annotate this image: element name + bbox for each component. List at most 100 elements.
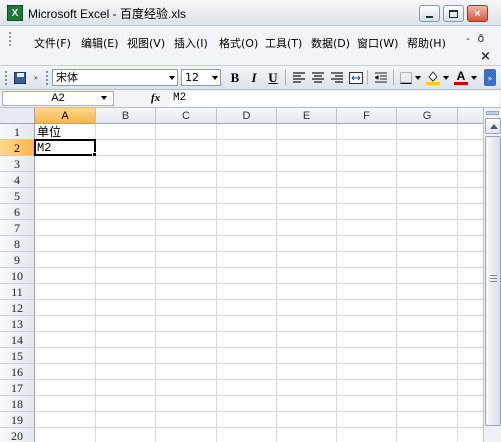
formula-bar: A2 fx M2: [0, 90, 501, 108]
toolbar-grip-icon[interactable]: [4, 70, 8, 85]
formula-input[interactable]: M2: [170, 91, 499, 106]
column-header-b[interactable]: B: [96, 108, 156, 124]
align-center-button[interactable]: [309, 69, 327, 86]
row-header-9[interactable]: 9: [0, 252, 35, 268]
align-right-button[interactable]: [328, 69, 346, 86]
dropdown-arrow-icon: [212, 76, 218, 80]
menu-help[interactable]: 帮助(H): [407, 35, 446, 51]
row-header-12[interactable]: 12: [0, 300, 35, 316]
column-header-d[interactable]: D: [217, 108, 277, 124]
dropdown-arrow-icon: [415, 75, 421, 80]
column-header-g[interactable]: G: [397, 108, 458, 124]
decrease-indent-button[interactable]: [372, 69, 390, 86]
menu-edit[interactable]: 编辑(E): [81, 35, 119, 51]
gridline: [35, 219, 483, 220]
fill-color-button[interactable]: [424, 69, 442, 86]
toolbar-grip-icon[interactable]: [45, 70, 49, 85]
row-header-13[interactable]: 13: [0, 316, 35, 332]
column-header-partial[interactable]: [458, 108, 483, 124]
row-header-18[interactable]: 18: [0, 396, 35, 412]
insert-function-button[interactable]: fx: [151, 92, 160, 104]
gridline: [35, 395, 483, 396]
borders-icon: [400, 71, 412, 84]
name-box[interactable]: A2: [2, 91, 114, 106]
row-header-4[interactable]: 4: [0, 172, 35, 188]
font-color-dropdown[interactable]: [470, 69, 478, 86]
gridline: [35, 187, 483, 188]
cell-a1[interactable]: 单位: [35, 124, 96, 140]
gridline: [35, 139, 483, 140]
vertical-scrollbar[interactable]: [483, 108, 501, 442]
row-header-7[interactable]: 7: [0, 220, 35, 236]
menu-view[interactable]: 视图(V): [127, 35, 165, 51]
row-header-6[interactable]: 6: [0, 204, 35, 220]
select-all-corner[interactable]: [0, 108, 35, 124]
fill-handle[interactable]: [92, 152, 97, 157]
menu-data[interactable]: 数据(D): [311, 35, 350, 51]
grip-icon: [490, 275, 497, 283]
close-window-button[interactable]: ×: [467, 5, 488, 22]
name-box-dropdown-icon[interactable]: [101, 96, 107, 100]
menu-window[interactable]: 窗口(W): [357, 35, 398, 51]
align-left-button[interactable]: [290, 69, 308, 86]
menu-tools[interactable]: 工具(T): [265, 35, 302, 51]
toolbar-options-button[interactable]: »: [31, 69, 41, 86]
borders-button[interactable]: [397, 69, 415, 86]
menu-grip-icon[interactable]: [8, 31, 12, 47]
column-header-f[interactable]: F: [337, 108, 397, 124]
maximize-button[interactable]: [443, 5, 464, 22]
gridline: [35, 427, 483, 428]
column-header-c[interactable]: C: [156, 108, 217, 124]
row-header-1[interactable]: 1: [0, 124, 35, 140]
document-close-button[interactable]: ×: [480, 49, 491, 64]
row-header-8[interactable]: 8: [0, 236, 35, 252]
row-header-20[interactable]: 20: [0, 428, 35, 442]
save-button[interactable]: [11, 69, 29, 86]
merge-center-button[interactable]: [347, 69, 365, 86]
row-header-14[interactable]: 14: [0, 332, 35, 348]
split-box[interactable]: [486, 111, 499, 115]
menu-bar: 文件(F) 编辑(E) 视图(V) 插入(I) 格式(O) 工具(T) 数据(D…: [0, 26, 501, 66]
document-restore-button[interactable]: - ð: [466, 32, 486, 45]
row-header-2[interactable]: 2: [0, 140, 35, 156]
gridline: [35, 379, 483, 380]
column-header-e[interactable]: E: [277, 108, 337, 124]
active-cell-selection[interactable]: [34, 139, 96, 156]
column-header-a[interactable]: A: [35, 108, 96, 124]
row-header-19[interactable]: 19: [0, 412, 35, 428]
row-header-10[interactable]: 10: [0, 268, 35, 284]
align-right-icon: [331, 72, 343, 83]
italic-button[interactable]: I: [245, 69, 263, 86]
font-color-button[interactable]: A: [452, 69, 470, 86]
row-header-17[interactable]: 17: [0, 380, 35, 396]
fill-color-dropdown[interactable]: [442, 69, 450, 86]
font-name-select[interactable]: 宋体: [52, 69, 178, 86]
row-header-11[interactable]: 11: [0, 284, 35, 300]
row-header-3[interactable]: 3: [0, 156, 35, 172]
gridline: [35, 299, 483, 300]
paint-bucket-icon: [426, 71, 440, 85]
borders-dropdown[interactable]: [414, 69, 422, 86]
excel-icon: X: [7, 5, 23, 21]
scroll-up-button[interactable]: [485, 118, 501, 134]
worksheet-grid[interactable]: A B C D E F G 1 2 3 4 5 6 7 8 9 10 11 12 13 14 15 16 17 18 19 20 单位…: [0, 108, 483, 442]
minimize-button[interactable]: [419, 5, 440, 22]
scroll-thumb[interactable]: [485, 136, 501, 426]
menu-insert[interactable]: 插入(I): [174, 35, 208, 51]
underline-button[interactable]: U: [264, 69, 282, 86]
menu-format[interactable]: 格式(O): [219, 35, 258, 51]
row-header-15[interactable]: 15: [0, 348, 35, 364]
toolbar-separator: [367, 70, 368, 85]
font-size-select[interactable]: 12: [181, 69, 221, 86]
bold-button[interactable]: B: [226, 69, 244, 86]
name-box-value: A2: [51, 92, 65, 104]
toolbar-separator: [393, 70, 394, 85]
row-header-16[interactable]: 16: [0, 364, 35, 380]
font-name-value: 宋体: [56, 71, 78, 84]
menu-file[interactable]: 文件(F): [34, 35, 71, 51]
dropdown-arrow-icon: [443, 75, 449, 80]
align-center-icon: [312, 72, 324, 83]
save-icon: [14, 71, 26, 84]
row-header-5[interactable]: 5: [0, 188, 35, 204]
toolbar-overflow-button[interactable]: »: [484, 69, 496, 86]
